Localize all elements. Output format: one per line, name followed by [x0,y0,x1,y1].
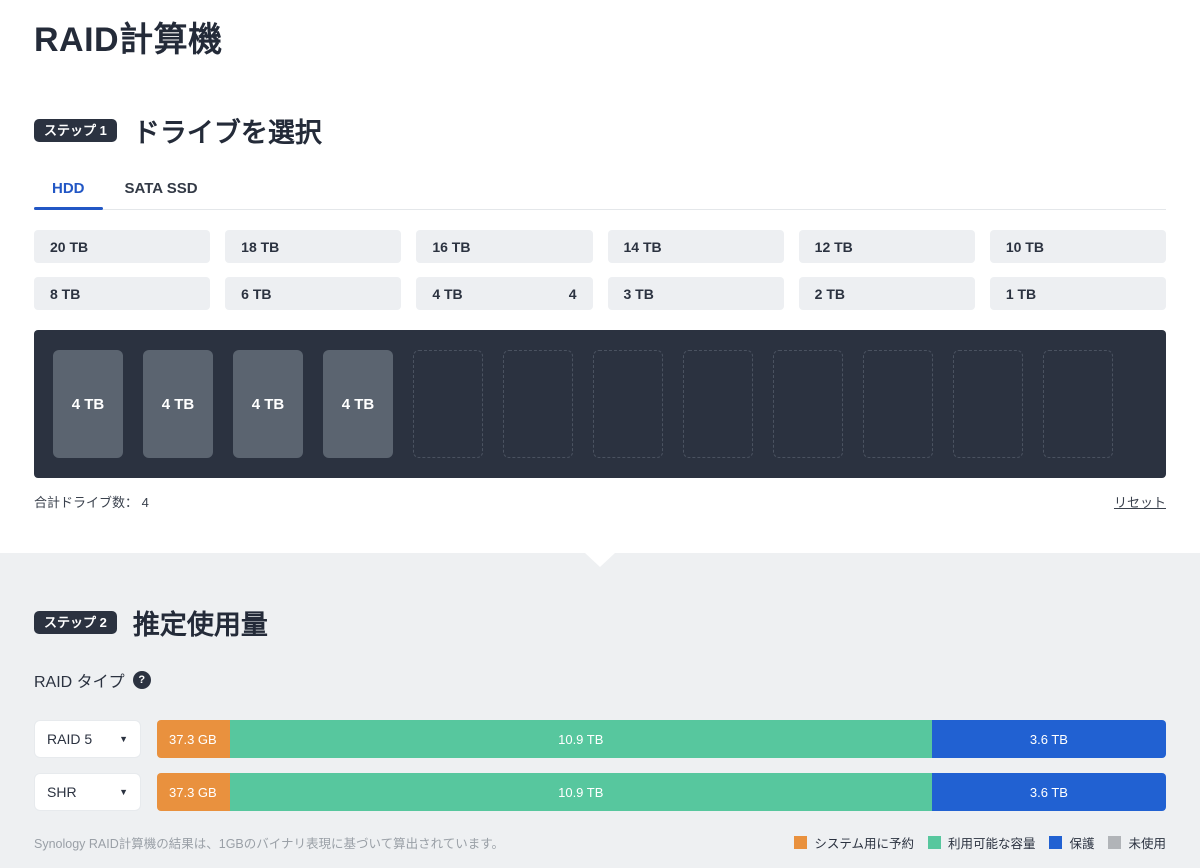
estimated-usage-section: ステップ 2 推定使用量 RAID タイプ ? RAID 5 ▼ 37.3 GB10… [0,553,1200,868]
chevron-down-icon: ▼ [119,787,128,797]
drive-size-button-8-tb[interactable]: 8 TB [34,277,210,310]
drive-size-label: 6 TB [241,286,271,302]
help-icon[interactable]: ? [133,671,151,689]
bay-empty-slot[interactable] [413,350,483,458]
drive-size-button-20-tb[interactable]: 20 TB [34,230,210,263]
reset-link[interactable]: リセット [1114,492,1166,511]
raid-type-row: RAID タイプ ? [34,668,1166,692]
drive-size-button-3-tb[interactable]: 3 TB [608,277,784,310]
step1-heading: ドライブを選択 [133,111,322,150]
legend-swatch [1049,836,1062,849]
step1-badge: ステップ 1 [34,119,117,142]
legend-label: 利用可能な容量 [948,833,1036,852]
drive-size-label: 14 TB [624,239,662,255]
drive-size-button-10-tb[interactable]: 10 TB [990,230,1166,263]
drive-size-label: 4 TB [432,286,462,302]
drive-size-label: 16 TB [432,239,470,255]
total-drives-label: 合計ドライブ数： [34,495,138,510]
drive-size-label: 8 TB [50,286,80,302]
legend-item: システム用に予約 [794,833,914,852]
drive-count-badge: 4 [569,286,577,302]
drive-size-label: 18 TB [241,239,279,255]
drive-size-label: 10 TB [1006,239,1044,255]
bay-empty-slot[interactable] [503,350,573,458]
capacity-segment: 3.6 TB [932,773,1166,811]
drive-size-button-6-tb[interactable]: 6 TB [225,277,401,310]
legend-label: システム用に予約 [814,833,914,852]
legend-item: 保護 [1049,833,1094,852]
drive-size-grid: 20 TB 18 TB 16 TB 14 TB 12 TB 10 TB 8 TB 6 TB 4 … [34,230,1166,310]
raid-row-shr: SHR ▼ 37.3 GB10.9 TB3.6 TB [34,773,1166,811]
raid-type-select[interactable]: SHR ▼ [34,773,141,811]
drive-size-button-4-tb[interactable]: 4 TB 4 [416,277,592,310]
drive-size-button-1-tb[interactable]: 1 TB [990,277,1166,310]
footer-row: Synology RAID計算機の結果は、1GBのバイナリ表現に基づいて算出され… [34,833,1166,852]
tab-sata-ssd[interactable]: SATA SSD [123,170,200,209]
total-row: 合計ドライブ数： 4 リセット [34,492,1166,511]
raid-type-value: RAID 5 [47,731,92,747]
drive-selection-section: RAID計算機 ステップ 1 ドライブを選択 HDD SATA SSD 20 TB… [0,0,1200,511]
legend-swatch [794,836,807,849]
bay-drive[interactable]: 4 TB [53,350,123,458]
drive-size-label: 20 TB [50,239,88,255]
chevron-down-icon: ▼ [119,734,128,744]
footnote: Synology RAID計算機の結果は、1GBのバイナリ表現に基づいて算出され… [34,833,504,852]
raid-type-value: SHR [47,784,77,800]
drive-size-label: 2 TB [815,286,845,302]
tab-hdd[interactable]: HDD [50,170,87,209]
bay-empty-slot[interactable] [863,350,933,458]
bay-empty-slot[interactable] [593,350,663,458]
bay-empty-slot[interactable] [1043,350,1113,458]
drive-size-button-2-tb[interactable]: 2 TB [799,277,975,310]
bay-drive[interactable]: 4 TB [323,350,393,458]
raid-row-raid-5: RAID 5 ▼ 37.3 GB10.9 TB3.6 TB [34,720,1166,758]
step2-heading: 推定使用量 [133,603,268,642]
legend: システム用に予約 利用可能な容量 保護 未使用 [794,833,1166,852]
capacity-segment: 37.3 GB [157,773,230,811]
raid-rows: RAID 5 ▼ 37.3 GB10.9 TB3.6 TB SHR ▼ 37.3 GB10… [34,720,1166,811]
legend-item: 利用可能な容量 [928,833,1036,852]
step2-header: ステップ 2 推定使用量 [34,603,1166,642]
drive-size-label: 1 TB [1006,286,1036,302]
drive-size-button-16-tb[interactable]: 16 TB [416,230,592,263]
section-notch [585,553,615,567]
legend-label: 未使用 [1128,833,1166,852]
legend-swatch [928,836,941,849]
raid-type-select[interactable]: RAID 5 ▼ [34,720,141,758]
capacity-segment: 10.9 TB [230,720,932,758]
step1-header: ステップ 1 ドライブを選択 [34,111,1166,150]
drive-bay: 4 TB 4 TB 4 TB 4 TB [34,330,1166,478]
drive-size-label: 12 TB [815,239,853,255]
drive-size-button-18-tb[interactable]: 18 TB [225,230,401,263]
legend-swatch [1108,836,1121,849]
raid-type-label: RAID タイプ [34,668,125,692]
legend-label: 保護 [1069,833,1094,852]
total-drives-text: 合計ドライブ数： 4 [34,492,149,511]
capacity-segment: 37.3 GB [157,720,230,758]
capacity-bar: 37.3 GB10.9 TB3.6 TB [157,773,1166,811]
drive-size-label: 3 TB [624,286,654,302]
bay-drive[interactable]: 4 TB [143,350,213,458]
capacity-bar: 37.3 GB10.9 TB3.6 TB [157,720,1166,758]
page-title: RAID計算機 [34,12,1166,61]
drive-size-button-12-tb[interactable]: 12 TB [799,230,975,263]
drive-size-button-14-tb[interactable]: 14 TB [608,230,784,263]
drive-type-tabs: HDD SATA SSD [34,170,1166,210]
step2-badge: ステップ 2 [34,611,117,634]
bay-drive[interactable]: 4 TB [233,350,303,458]
total-drives-value: 4 [142,495,149,510]
bay-empty-slot[interactable] [953,350,1023,458]
legend-item: 未使用 [1108,833,1166,852]
bay-empty-slot[interactable] [773,350,843,458]
capacity-segment: 3.6 TB [932,720,1166,758]
capacity-segment: 10.9 TB [230,773,932,811]
bay-empty-slot[interactable] [683,350,753,458]
